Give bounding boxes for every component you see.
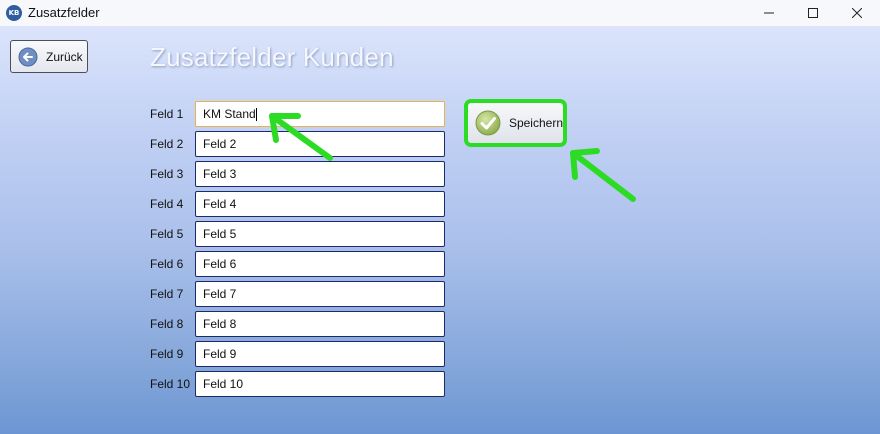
checkmark-circle-icon xyxy=(475,110,501,136)
page-title: Zusatzfelder Kunden xyxy=(150,42,394,72)
field-input-5[interactable] xyxy=(195,221,445,247)
app-logo-icon: KB xyxy=(6,5,22,21)
field-label: Feld 7 xyxy=(150,287,184,301)
field-label: Feld 1 xyxy=(150,107,184,121)
field-input-7[interactable] xyxy=(195,281,445,307)
field-input-4[interactable] xyxy=(195,191,445,217)
field-label: Feld 9 xyxy=(150,347,184,361)
field-label: Feld 3 xyxy=(150,167,184,181)
field-label: Feld 5 xyxy=(150,227,184,241)
maximize-icon xyxy=(808,8,818,18)
arrow-left-circle-icon xyxy=(18,47,38,66)
minimize-icon xyxy=(764,12,774,14)
save-button[interactable]: Speichern xyxy=(464,99,567,147)
green-arrow-icon xyxy=(269,113,333,161)
field-label: Feld 4 xyxy=(150,197,184,211)
field-label: Feld 6 xyxy=(150,257,184,271)
title-bar: KB Zusatzfelder xyxy=(0,0,880,26)
field-label: Feld 10 xyxy=(150,377,191,391)
back-button[interactable]: Zurück xyxy=(10,40,88,73)
field-label: Feld 2 xyxy=(150,137,184,151)
back-button-label: Zurück xyxy=(46,49,83,64)
minimize-button[interactable] xyxy=(746,0,792,26)
field-input-8[interactable] xyxy=(195,311,445,337)
close-icon xyxy=(852,8,862,18)
maximize-button[interactable] xyxy=(790,0,836,26)
green-arrow-icon xyxy=(570,148,636,202)
close-button[interactable] xyxy=(834,0,880,26)
content-area: Zurück Zusatzfelder Kunden Feld 1 Feld 2 F… xyxy=(0,26,880,434)
text-caret xyxy=(256,108,257,121)
field-label: Feld 8 xyxy=(150,317,184,331)
field-input-10[interactable] xyxy=(195,371,445,397)
field-input-6[interactable] xyxy=(195,251,445,277)
field-input-9[interactable] xyxy=(195,341,445,367)
window-title: Zusatzfelder xyxy=(28,5,100,20)
save-button-label: Speichern xyxy=(508,116,563,130)
window: KB Zusatzfelder Zurück Zusatzfelder Kund… xyxy=(0,0,880,434)
